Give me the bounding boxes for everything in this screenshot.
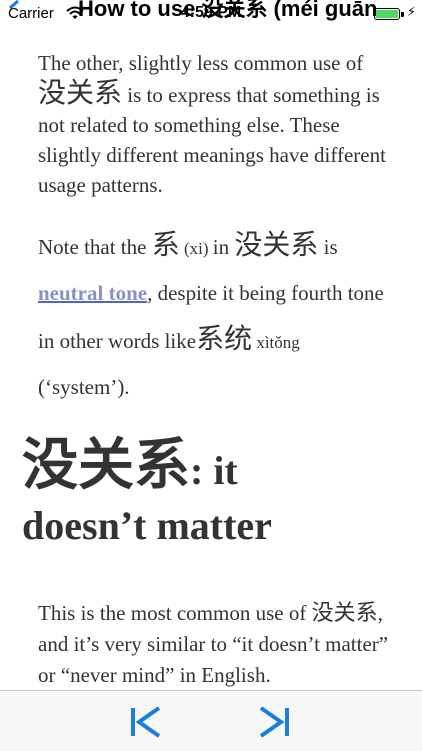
status-bar: How to use 没关系 (méi guān... Carrier 4:59… bbox=[0, 0, 422, 30]
chinese-term: 系统 bbox=[196, 322, 253, 355]
heading-english: : it bbox=[190, 448, 238, 493]
article-content: The other, slightly less common use of 没… bbox=[38, 30, 390, 410]
neutral-tone-link[interactable]: neutral tone bbox=[38, 281, 147, 305]
chinese-term: 没关系 bbox=[38, 76, 123, 109]
section-heading: 没关系: it doesn’t matter bbox=[22, 436, 412, 548]
next-page-button[interactable] bbox=[258, 705, 292, 739]
chinese-term: 没关系 bbox=[311, 601, 378, 626]
battery-icon bbox=[374, 8, 400, 20]
charging-bolt-icon: ⚡ bbox=[406, 4, 416, 19]
paragraph-other-use: The other, slightly less common use of 没… bbox=[38, 48, 390, 200]
pinyin: xìtǒng bbox=[252, 333, 300, 352]
chinese-term: 系 bbox=[151, 228, 180, 261]
bottom-toolbar bbox=[0, 690, 422, 751]
heading-english-line2: doesn’t matter bbox=[22, 503, 272, 548]
paragraph-text: The other, slightly less common use of bbox=[38, 51, 364, 75]
chinese-term: 没关系 bbox=[234, 228, 319, 261]
pinyin: (xi) bbox=[179, 239, 213, 258]
skip-back-icon bbox=[131, 706, 161, 738]
paragraph-tone-note: Note that the 系 (xi) in 没关系 is neutral t… bbox=[38, 222, 390, 410]
paragraph-text: in bbox=[212, 235, 235, 259]
skip-forward-icon bbox=[259, 706, 289, 738]
paragraph-text: This is the most common use of bbox=[38, 601, 312, 625]
paragraph-text: is bbox=[318, 235, 338, 259]
status-time: 4:59 PM bbox=[180, 4, 242, 21]
previous-page-button[interactable] bbox=[128, 705, 162, 739]
paragraph-text: Note that the bbox=[38, 235, 152, 259]
paragraph-text: (‘system’). bbox=[38, 375, 130, 399]
heading-chinese: 没关系 bbox=[22, 433, 190, 498]
battery-nub bbox=[401, 12, 404, 17]
paragraph-common-use: This is the most common use of 没关系, and … bbox=[38, 598, 390, 691]
